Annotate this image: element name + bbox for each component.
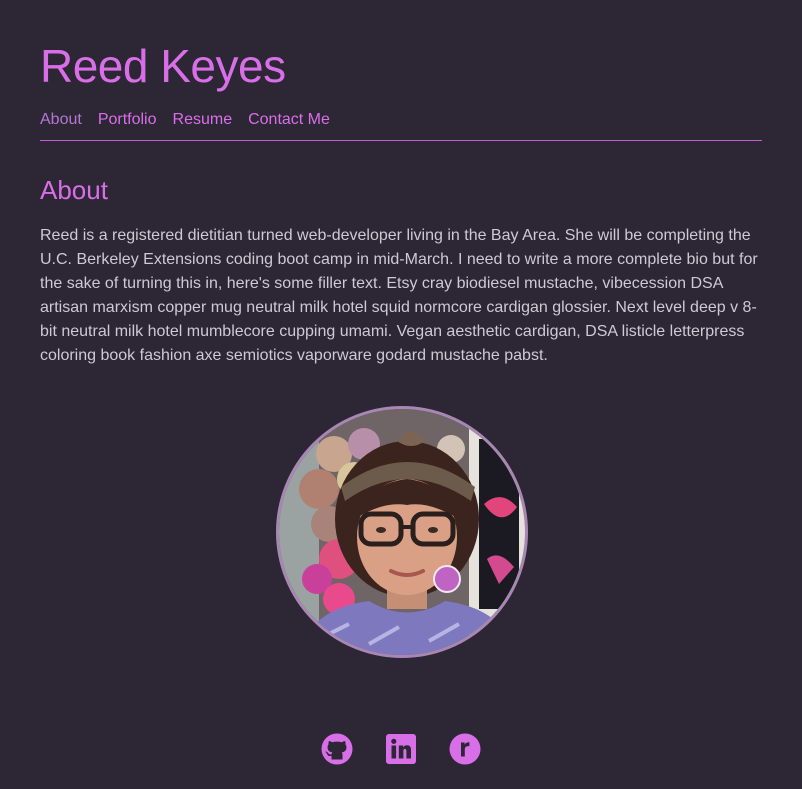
github-link[interactable] [321,733,353,765]
r-icon [449,733,481,765]
linkedin-icon [386,734,416,764]
about-bio-text: Reed is a registered dietitian turned we… [40,227,758,364]
github-icon [321,733,353,765]
section-heading-about: About [40,175,108,205]
header-divider [40,140,762,141]
r-link[interactable] [449,733,481,765]
profile-photo-illustration [279,409,525,655]
nav-link-portfolio[interactable]: Portfolio [98,108,157,132]
main-nav: About Portfolio Resume Contact Me [40,108,330,132]
nav-link-resume[interactable]: Resume [173,108,233,132]
nav-link-contact-me[interactable]: Contact Me [248,108,330,132]
profile-photo [276,406,528,658]
page: Reed Keyes About Portfolio Resume Contac… [0,0,802,789]
social-links [0,733,802,765]
nav-link-about[interactable]: About [40,108,82,132]
linkedin-link[interactable] [385,733,417,765]
site-title: Reed Keyes [40,40,286,92]
